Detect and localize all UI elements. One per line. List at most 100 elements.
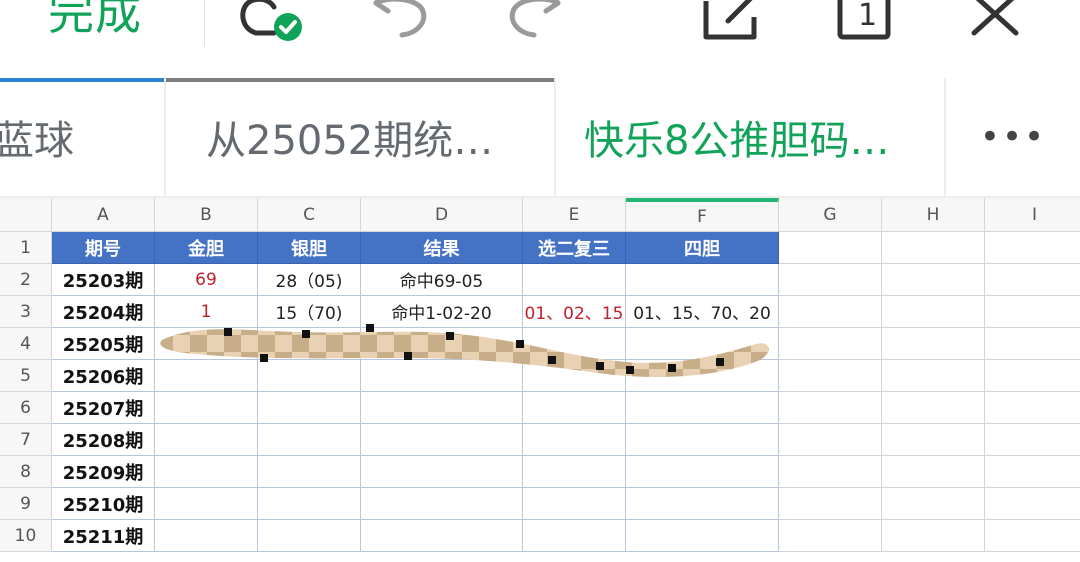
cloud-saved-icon[interactable]: [234, 0, 310, 44]
tab-kl8-recommended[interactable]: 快乐8公推胆码…: [556, 78, 944, 196]
table-cell[interactable]: [626, 456, 779, 488]
table-header-cell[interactable]: 银胆: [258, 232, 361, 264]
sheet-cell[interactable]: [985, 424, 1080, 456]
sheet-cell[interactable]: [882, 264, 985, 296]
page-count-icon[interactable]: 1: [832, 0, 896, 44]
table-cell[interactable]: [155, 424, 258, 456]
row-header-10[interactable]: 10: [0, 520, 52, 552]
undo-icon[interactable]: [366, 0, 436, 44]
table-cell[interactable]: [626, 488, 779, 520]
close-icon[interactable]: [966, 0, 1024, 44]
table-cell[interactable]: [626, 424, 779, 456]
tab-blue-ball[interactable]: 蓝球: [0, 78, 164, 196]
column-header-h[interactable]: H: [882, 198, 985, 232]
row-header-9[interactable]: 9: [0, 488, 52, 520]
table-cell[interactable]: [361, 424, 523, 456]
spreadsheet-grid[interactable]: A B C D E F G H I 1 2 3 4 5 6 7 8 9 10 期号 金胆 银胆 结果 选二复三 四胆 25203期…: [0, 198, 1080, 562]
sheet-cell[interactable]: [779, 392, 882, 424]
table-cell[interactable]: 25210期: [52, 488, 155, 520]
table-cell[interactable]: 25207期: [52, 392, 155, 424]
sheet-cell[interactable]: [882, 360, 985, 392]
table-cell[interactable]: [155, 456, 258, 488]
sheet-cell[interactable]: [779, 456, 882, 488]
table-cell[interactable]: [361, 488, 523, 520]
table-cell[interactable]: [155, 392, 258, 424]
sheet-cell[interactable]: [882, 424, 985, 456]
column-header-e[interactable]: E: [523, 198, 626, 232]
table-cell[interactable]: [523, 264, 626, 296]
table-cell[interactable]: [361, 392, 523, 424]
column-header-d[interactable]: D: [361, 198, 523, 232]
table-cell[interactable]: 25211期: [52, 520, 155, 552]
sheet-cell[interactable]: [882, 520, 985, 552]
sheet-cell[interactable]: [985, 392, 1080, 424]
row-header-4[interactable]: 4: [0, 328, 52, 360]
tab-stats-from-25052[interactable]: 从25052期统…: [166, 78, 554, 196]
table-cell[interactable]: [361, 520, 523, 552]
sheet-cell[interactable]: [779, 328, 882, 360]
sheet-cell[interactable]: [779, 488, 882, 520]
share-icon[interactable]: [700, 0, 762, 44]
sheet-cell[interactable]: [985, 488, 1080, 520]
sheet-cell[interactable]: [882, 456, 985, 488]
sheet-cell[interactable]: [779, 232, 882, 264]
table-cell[interactable]: [258, 392, 361, 424]
table-cell[interactable]: 25205期: [52, 328, 155, 360]
table-cell[interactable]: [258, 424, 361, 456]
sheet-cell[interactable]: [985, 264, 1080, 296]
table-header-cell[interactable]: 四胆: [626, 232, 779, 264]
sheet-cell[interactable]: [985, 456, 1080, 488]
sheet-cell[interactable]: [882, 392, 985, 424]
row-header-2[interactable]: 2: [0, 264, 52, 296]
table-cell[interactable]: [523, 488, 626, 520]
select-all-corner[interactable]: [0, 198, 52, 232]
table-cell[interactable]: [155, 488, 258, 520]
table-header-cell[interactable]: 金胆: [155, 232, 258, 264]
table-cell[interactable]: 28（05): [258, 264, 361, 296]
table-cell[interactable]: [523, 520, 626, 552]
sheet-cell[interactable]: [882, 328, 985, 360]
sheet-cell[interactable]: [779, 296, 882, 328]
column-header-f[interactable]: F: [626, 198, 779, 232]
sheet-cell[interactable]: [985, 232, 1080, 264]
table-cell[interactable]: [626, 392, 779, 424]
sheet-cell[interactable]: [779, 520, 882, 552]
sheet-cell[interactable]: [882, 296, 985, 328]
column-header-b[interactable]: B: [155, 198, 258, 232]
sheet-cell[interactable]: [882, 232, 985, 264]
table-cell[interactable]: 69: [155, 264, 258, 296]
table-header-cell[interactable]: 结果: [361, 232, 523, 264]
sheet-cell[interactable]: [985, 296, 1080, 328]
table-cell[interactable]: [523, 424, 626, 456]
table-cell[interactable]: 25204期: [52, 296, 155, 328]
row-header-6[interactable]: 6: [0, 392, 52, 424]
done-button[interactable]: 完成: [48, 0, 142, 40]
redo-icon[interactable]: [500, 0, 570, 44]
table-cell[interactable]: [258, 456, 361, 488]
table-cell[interactable]: [523, 392, 626, 424]
table-cell[interactable]: [258, 488, 361, 520]
more-tabs-button[interactable]: •••: [946, 78, 1080, 196]
table-cell[interactable]: [626, 264, 779, 296]
column-header-g[interactable]: G: [779, 198, 882, 232]
table-cell[interactable]: [155, 520, 258, 552]
table-cell[interactable]: [523, 456, 626, 488]
row-header-1[interactable]: 1: [0, 232, 52, 264]
sheet-cell[interactable]: [779, 360, 882, 392]
row-header-7[interactable]: 7: [0, 424, 52, 456]
row-header-3[interactable]: 3: [0, 296, 52, 328]
sheet-cell[interactable]: [779, 424, 882, 456]
column-header-i[interactable]: I: [985, 198, 1080, 232]
table-header-cell[interactable]: 期号: [52, 232, 155, 264]
sheet-cell[interactable]: [985, 520, 1080, 552]
table-cell[interactable]: [361, 456, 523, 488]
table-cell[interactable]: 25206期: [52, 360, 155, 392]
sheet-cell[interactable]: [882, 488, 985, 520]
table-cell[interactable]: [258, 520, 361, 552]
table-cell[interactable]: 25209期: [52, 456, 155, 488]
row-header-5[interactable]: 5: [0, 360, 52, 392]
table-cell[interactable]: 25208期: [52, 424, 155, 456]
table-cell[interactable]: [626, 520, 779, 552]
column-header-a[interactable]: A: [52, 198, 155, 232]
sheet-cell[interactable]: [985, 328, 1080, 360]
